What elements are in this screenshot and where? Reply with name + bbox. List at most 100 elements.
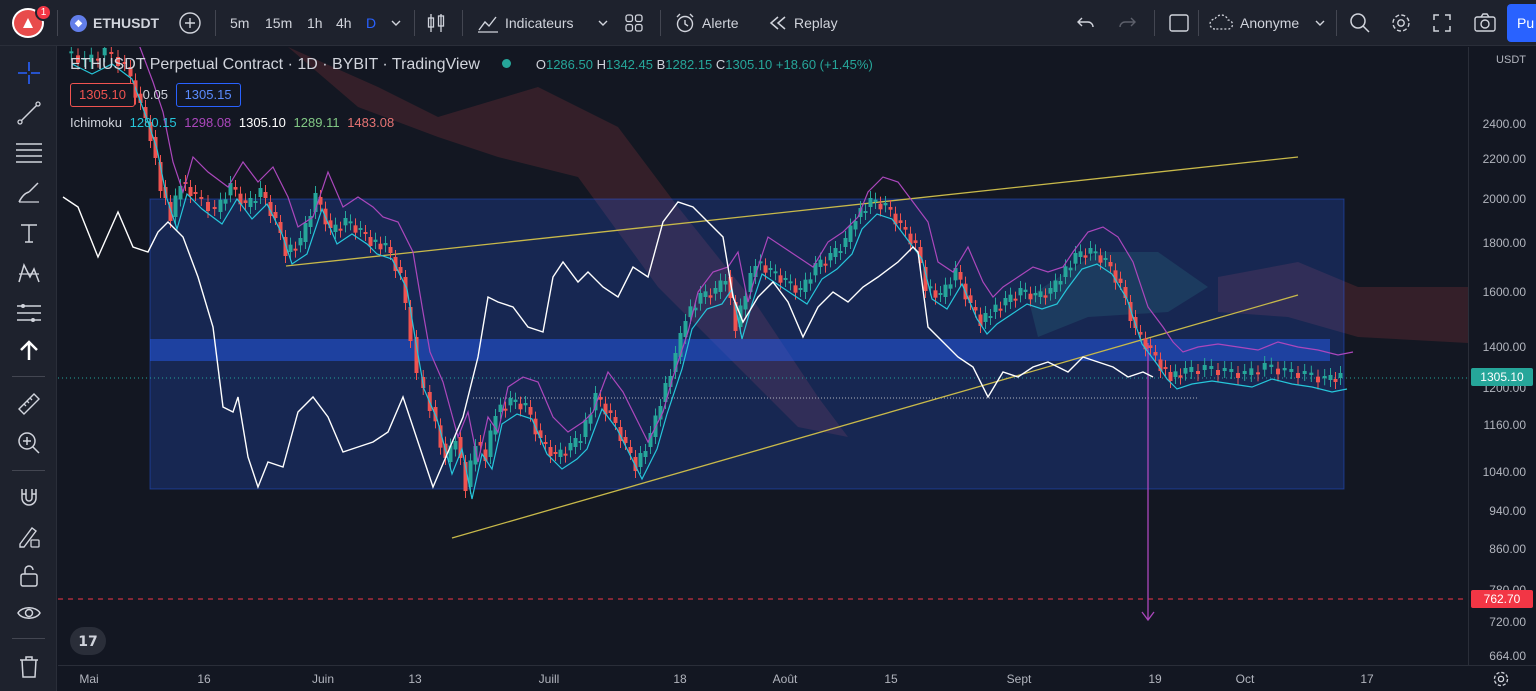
legend-title[interactable]: ETHUSDT Perpetual Contract · 1D · BYBIT … <box>70 56 480 73</box>
candle-body <box>223 199 228 204</box>
candle-body <box>903 227 908 230</box>
zoom-in-tool[interactable] <box>14 428 44 458</box>
tradingview-logo[interactable]: 𝟭𝟳 <box>70 627 106 655</box>
candle-body <box>1048 288 1053 294</box>
trendline-icon <box>17 101 41 125</box>
interval-15m[interactable]: 15m <box>265 0 292 46</box>
candle-body <box>1196 371 1200 374</box>
candle-body <box>363 232 368 234</box>
replay-button[interactable]: Replay <box>768 0 838 46</box>
chart-legend: ETHUSDT Perpetual Contract · 1D · BYBIT … <box>70 56 873 130</box>
candle-body <box>943 284 948 297</box>
interval-4h[interactable]: 4h <box>336 0 352 46</box>
chart-type-button[interactable] <box>426 0 446 46</box>
candle-body <box>1078 251 1083 257</box>
settings-button[interactable] <box>1390 0 1412 46</box>
candle-body <box>358 228 363 230</box>
candle-body <box>253 201 258 203</box>
candle-body <box>818 259 823 267</box>
candle-body <box>1028 293 1033 300</box>
fib-tool[interactable] <box>14 138 44 168</box>
divider <box>1154 10 1155 36</box>
redo-button[interactable] <box>1117 0 1137 46</box>
candle-body <box>508 398 513 406</box>
stay-in-drawing-tool[interactable] <box>14 522 44 552</box>
symbol-search-button[interactable]: ◆ ETHUSDT <box>70 0 159 46</box>
time-label: Sept <box>1006 672 1032 686</box>
measure-tool[interactable] <box>14 389 44 419</box>
search-button[interactable] <box>1349 0 1371 46</box>
candle-body <box>303 223 308 242</box>
save-layout-button[interactable]: Anonyme <box>1208 0 1299 46</box>
undo-button[interactable] <box>1076 0 1096 46</box>
candle-body <box>1216 370 1220 375</box>
interval-dropdown[interactable] <box>390 0 402 46</box>
interval-d[interactable]: D <box>366 0 376 46</box>
candle-body <box>823 263 828 266</box>
price-label: 2200.00 <box>1482 152 1526 166</box>
time-axis[interactable]: Mai 16 Juin 13 Juill 18 Août 15 Sept 19 … <box>58 665 1536 691</box>
axis-settings-button[interactable] <box>1492 670 1510 691</box>
price-label: 860.00 <box>1489 542 1526 556</box>
indicators-button[interactable]: Indicateurs <box>477 0 573 46</box>
trendline-tool[interactable] <box>14 98 44 128</box>
candle-body <box>898 220 903 223</box>
hide-drawings-tool[interactable] <box>14 598 44 628</box>
candle-body <box>853 221 858 230</box>
fullscreen-button[interactable] <box>1432 0 1452 46</box>
candle-body <box>698 293 703 304</box>
legend-low: 1282.15 <box>665 57 713 72</box>
magnet-tool[interactable] <box>14 483 44 513</box>
remove-drawings-tool[interactable] <box>14 652 44 682</box>
forecast-tool[interactable] <box>14 298 44 328</box>
candle-body <box>528 407 533 415</box>
interval-5m[interactable]: 5m <box>230 0 249 46</box>
price-label: 664.00 <box>1489 649 1526 663</box>
compare-symbol-button[interactable] <box>178 0 202 46</box>
candle-body <box>708 295 713 298</box>
text-tool[interactable] <box>14 218 44 248</box>
buy-price-box[interactable]: 1305.15 <box>175 83 241 107</box>
candle-body <box>573 438 578 447</box>
candle-body <box>1163 367 1168 369</box>
arrow-tool[interactable] <box>14 336 44 366</box>
candle-body <box>863 211 868 213</box>
candle-body <box>1058 281 1063 285</box>
lock-drawings-tool[interactable] <box>14 561 44 591</box>
candle-body <box>1098 255 1103 263</box>
templates-button[interactable] <box>624 0 644 46</box>
time-label: 19 <box>1148 672 1162 686</box>
candle-body <box>723 281 728 285</box>
candle-body <box>563 453 568 456</box>
legend-change: +18.60 (+1.45%) <box>775 57 873 72</box>
crosshair-tool[interactable] <box>14 58 44 88</box>
sell-price-box[interactable]: 1305.10 <box>70 83 135 107</box>
snapshot-button[interactable] <box>1473 0 1497 46</box>
price-axis[interactable]: USDT 2400.00 2200.00 2000.00 1800.00 160… <box>1468 47 1536 665</box>
replay-label: Replay <box>794 15 838 31</box>
brush-tool[interactable] <box>14 178 44 208</box>
chart-canvas[interactable] <box>58 47 1468 665</box>
candle-body <box>808 279 813 284</box>
candle-body <box>1296 373 1300 378</box>
indicator-name[interactable]: Ichimoku <box>70 115 122 130</box>
target-price-tag[interactable]: 762.70 <box>1471 590 1533 608</box>
candle-body <box>333 224 338 232</box>
alert-button[interactable]: Alerte <box>674 0 739 46</box>
notification-badge: 1 <box>35 4 52 21</box>
interval-1h[interactable]: 1h <box>307 0 323 46</box>
divider <box>1198 10 1199 36</box>
price-label: 1160.00 <box>1483 418 1527 432</box>
pattern-tool[interactable] <box>14 258 44 288</box>
candles-icon <box>427 14 445 32</box>
price-label: 720.00 <box>1489 615 1526 629</box>
candle-body <box>193 192 198 194</box>
layout-dropdown[interactable] <box>1314 0 1326 46</box>
candle-body <box>543 442 548 444</box>
layout-button[interactable] <box>1168 0 1190 46</box>
publish-button[interactable]: Pu <box>1507 4 1536 42</box>
candle-body <box>1322 376 1327 379</box>
indicators-dropdown[interactable] <box>597 0 609 46</box>
last-price-tag[interactable]: 1305.10 <box>1471 368 1533 386</box>
candle-body <box>298 238 303 246</box>
